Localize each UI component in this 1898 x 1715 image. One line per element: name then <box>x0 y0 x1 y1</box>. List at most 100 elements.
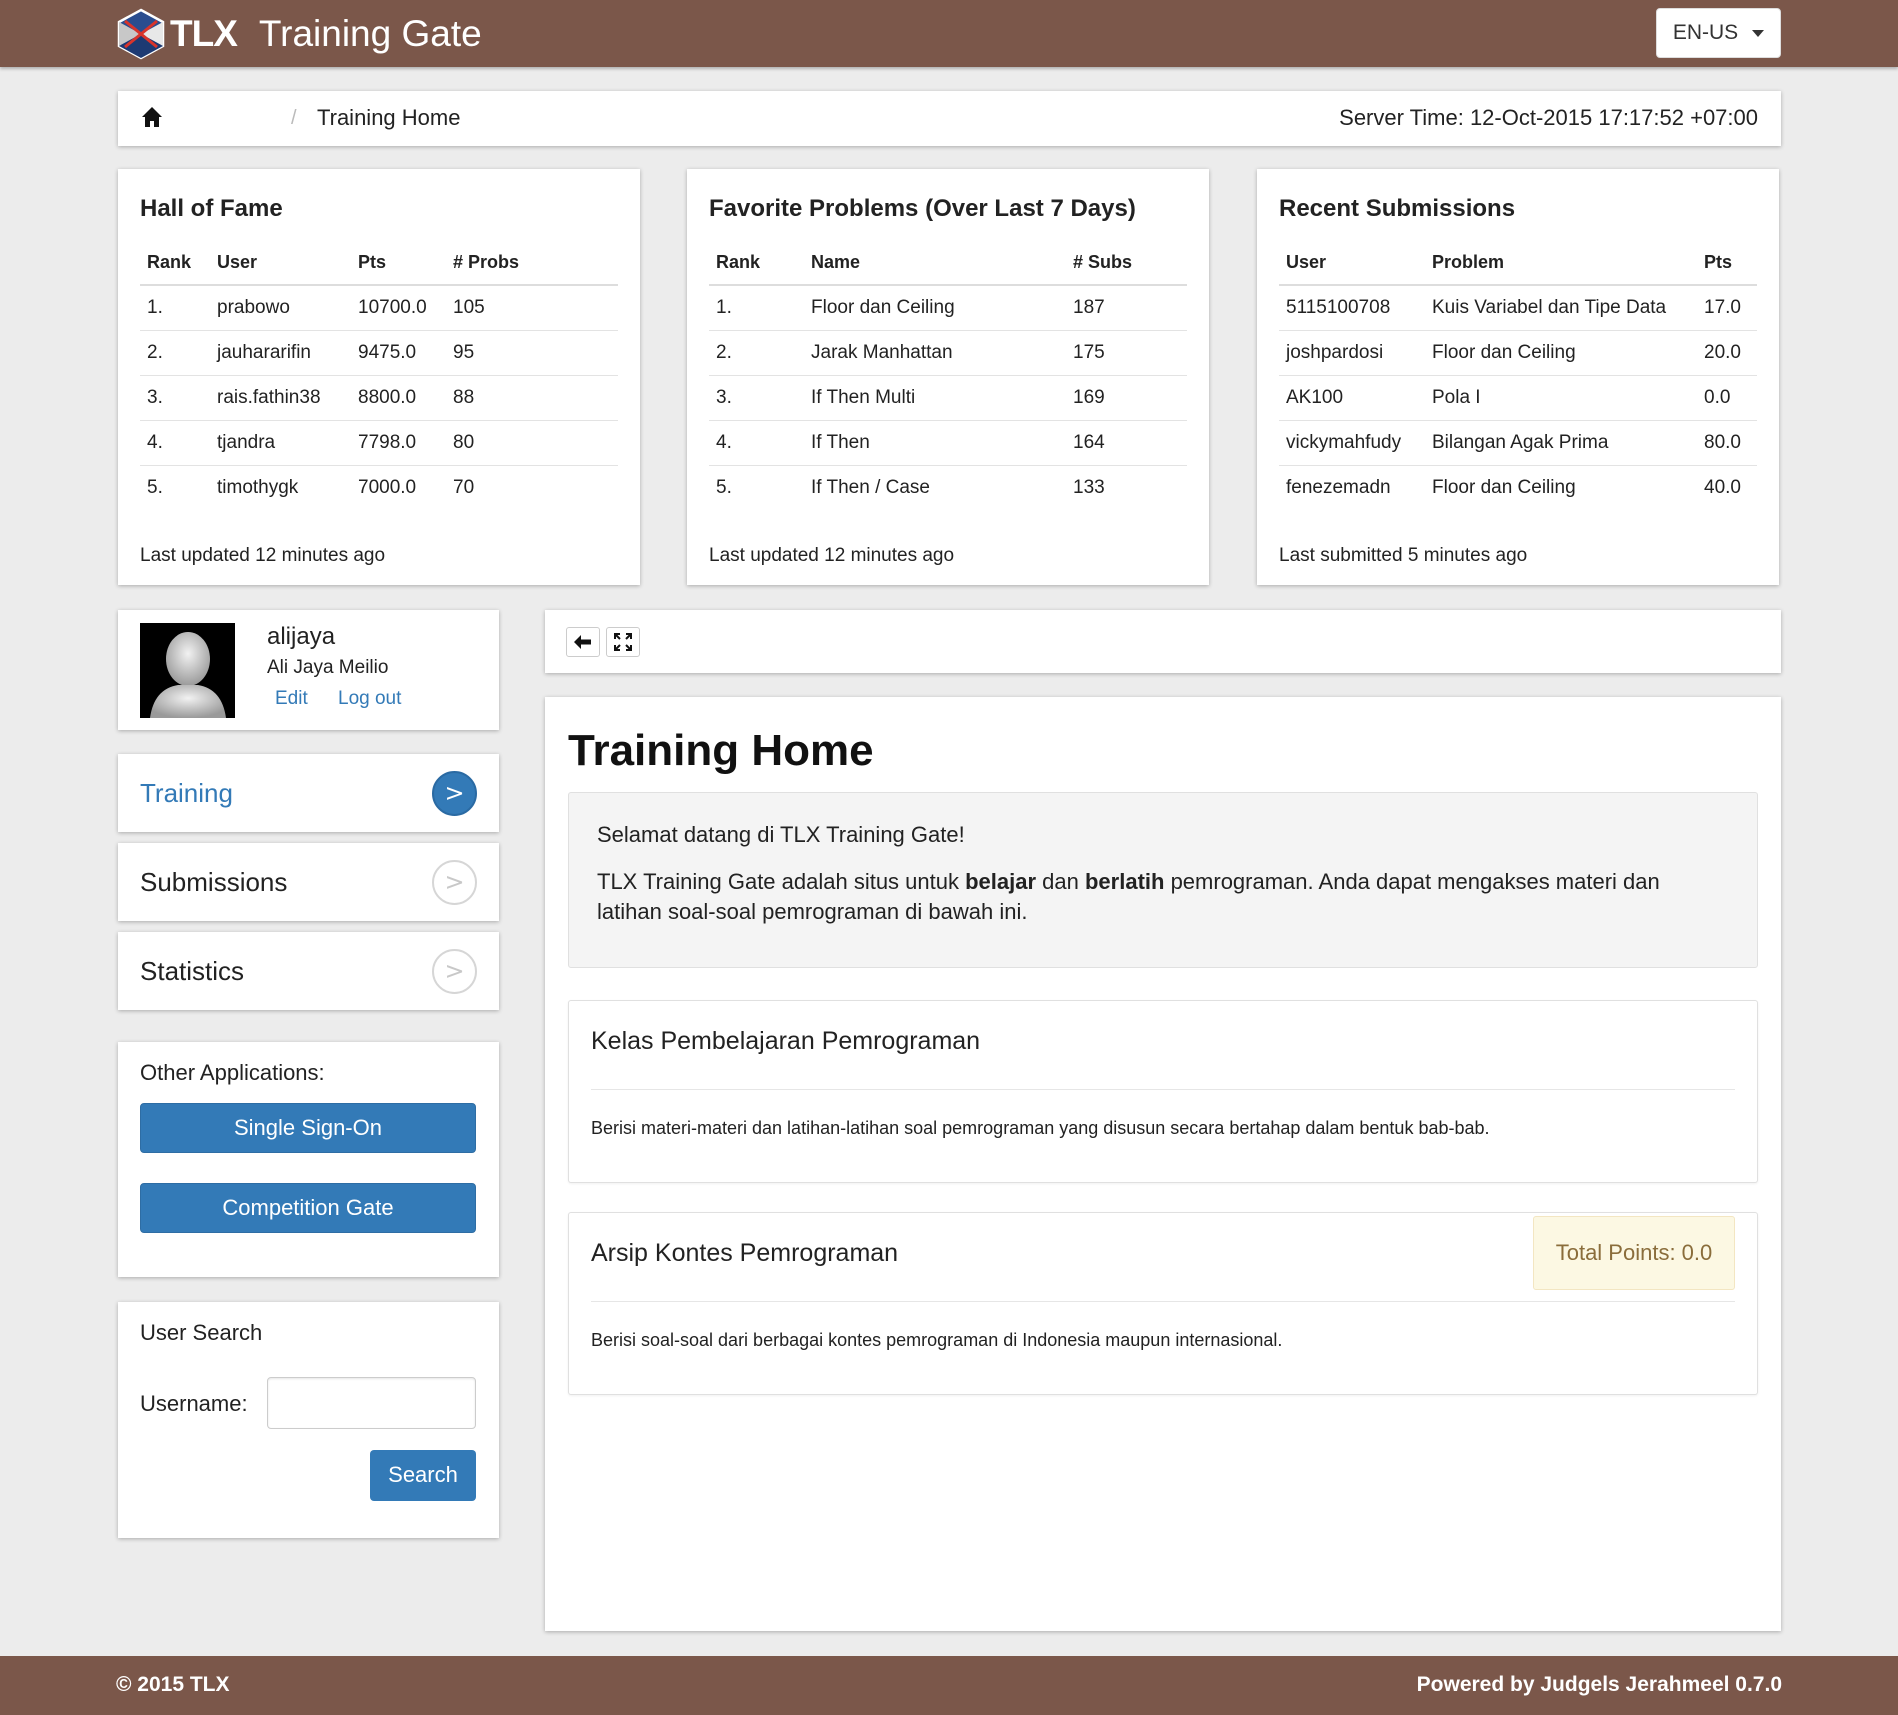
other-applications-panel: Other Applications: Single Sign-On Compe… <box>118 1042 499 1277</box>
points-cell: 80.0 <box>1697 420 1757 466</box>
rank-cell: 1. <box>140 285 210 331</box>
user-cell[interactable]: joshpardosi <box>1279 330 1425 376</box>
rank-cell: 3. <box>709 375 804 421</box>
language-dropdown[interactable]: EN-US <box>1656 8 1781 58</box>
intro-text-part: TLX Training Gate adalah situs untuk <box>597 869 966 894</box>
table-row: 2. Jarak Manhattan 175 <box>709 330 1187 376</box>
edit-profile-link[interactable]: Edit <box>275 688 308 710</box>
table-row: vickymahfudy Bilangan Agak Prima 80.0 <box>1279 420 1757 466</box>
welcome-box: Selamat datang di TLX Training Gate! TLX… <box>568 792 1758 968</box>
competition-gate-button[interactable]: Competition Gate <box>140 1183 476 1233</box>
points-cell: 40.0 <box>1704 476 1741 498</box>
subs-cell: 133 <box>1073 476 1105 498</box>
profile-full-name: Ali Jaya Meilio <box>267 657 389 678</box>
single-sign-on-button[interactable]: Single Sign-On <box>140 1103 476 1153</box>
sidebar-item-training[interactable]: Training > <box>118 754 499 832</box>
column-header: Rank <box>140 240 210 286</box>
user-cell[interactable]: prabowo <box>210 285 351 331</box>
table-row: 5115100708 Kuis Variabel dan Tipe Data 1… <box>1279 285 1757 331</box>
sidebar-item-label: Statistics <box>140 956 245 986</box>
problems-cell: 70 <box>453 476 475 498</box>
tlx-logo-icon <box>117 8 165 60</box>
user-search-title: User Search <box>140 1320 263 1345</box>
welcome-line: Selamat datang di TLX Training Gate! <box>597 822 965 847</box>
divider <box>591 1301 1735 1302</box>
server-time: Server Time: 12-Oct-2015 17:17:52 +07:00 <box>1339 105 1758 130</box>
recent-submissions-updated: Last submitted 5 minutes ago <box>1279 545 1528 566</box>
rank-cell: 5. <box>716 476 732 498</box>
hall-of-fame-panel: Hall of Fame Rank User Pts # Probs 1. pr… <box>118 169 640 585</box>
user-cell[interactable]: 5115100708 <box>1279 285 1425 331</box>
user-cell[interactable]: jauhararifin <box>210 330 351 376</box>
table-row: AK100 Pola I 0.0 <box>1279 375 1757 421</box>
points-cell: 10700.0 <box>351 285 446 331</box>
recent-submissions-table: User Problem Pts 5115100708 Kuis Variabe… <box>1279 240 1757 510</box>
subs-cell: 164 <box>1066 420 1187 466</box>
chevron-right-icon: > <box>432 771 477 816</box>
rank-cell: 4. <box>140 420 210 466</box>
problem-name-cell[interactable]: If Then <box>804 420 1066 466</box>
user-cell[interactable]: fenezemadn <box>1279 465 1425 510</box>
table-row: 1. prabowo 10700.0 105 <box>140 285 618 331</box>
intro-text: TLX Training Gate adalah situs untuk bel… <box>597 867 1707 927</box>
back-button[interactable] <box>566 627 600 657</box>
problem-cell[interactable]: Floor dan Ceiling <box>1425 465 1697 510</box>
column-header: User <box>1279 240 1425 286</box>
username-input[interactable] <box>267 1377 476 1429</box>
contest-archive-title[interactable]: Arsip Kontes Pemrograman <box>591 1239 898 1268</box>
powered-by: Powered by Judgels Jerahmeel 0.7.0 <box>1416 1673 1782 1696</box>
problem-name-cell[interactable]: If Then / Case <box>804 465 1066 510</box>
other-applications-label: Other Applications: <box>140 1060 325 1085</box>
problem-name-cell[interactable]: Floor dan Ceiling <box>804 285 1066 331</box>
subs-cell: 187 <box>1066 285 1187 331</box>
course-section-description: Berisi materi-materi dan latihan-latihan… <box>591 1118 1490 1138</box>
course-section-card[interactable]: Kelas Pembelajaran Pemrograman Berisi ma… <box>568 1000 1758 1183</box>
user-cell[interactable]: vickymahfudy <box>1279 420 1425 466</box>
subs-cell: 175 <box>1066 330 1187 376</box>
caret-down-icon <box>1752 29 1765 37</box>
user-cell[interactable]: rais.fathin38 <box>210 375 351 421</box>
problem-name-cell[interactable]: If Then Multi <box>804 375 1066 421</box>
divider <box>591 1089 1735 1090</box>
contest-archive-description: Berisi soal-soal dari berbagai kontes pe… <box>591 1330 1283 1350</box>
logout-link[interactable]: Log out <box>338 688 401 710</box>
sidebar-item-statistics[interactable]: Statistics > <box>118 932 499 1010</box>
intro-text-part: dan <box>1036 869 1085 894</box>
favorite-problems-updated: Last updated 12 minutes ago <box>709 545 955 566</box>
fullscreen-icon <box>614 633 632 651</box>
user-search-panel: User Search Username: Search <box>118 1302 499 1538</box>
contest-archive-card[interactable]: Arsip Kontes Pemrograman Total Points: 0… <box>568 1212 1758 1395</box>
home-icon[interactable] <box>141 106 163 128</box>
points-cell: 7798.0 <box>351 420 446 466</box>
column-header: Pts <box>1697 240 1757 286</box>
rank-cell: 4. <box>709 420 804 466</box>
problem-cell[interactable]: Kuis Variabel dan Tipe Data <box>1425 285 1697 331</box>
problem-cell[interactable]: Pola I <box>1425 375 1697 421</box>
sidebar-item-submissions[interactable]: Submissions > <box>118 843 499 921</box>
intro-bold-berlatih: berlatih <box>1084 869 1165 894</box>
favorite-problems-title: Favorite Problems (Over Last 7 Days) <box>709 195 1136 222</box>
brand[interactable]: TLX Training Gate <box>116 7 482 61</box>
fullscreen-button[interactable] <box>606 627 640 657</box>
copyright: © 2015 TLX <box>116 1673 230 1696</box>
problem-cell[interactable]: Bilangan Agak Prima <box>1425 420 1697 466</box>
username-label: Username: <box>140 1391 248 1416</box>
user-cell[interactable]: AK100 <box>1279 375 1425 421</box>
app-title: Training Gate <box>258 13 482 54</box>
user-profile-panel: alijaya Ali Jaya Meilio Edit Log out <box>118 610 499 730</box>
problems-cell: 88 <box>446 375 618 421</box>
course-section-title[interactable]: Kelas Pembelajaran Pemrograman <box>591 1027 980 1056</box>
user-cell[interactable]: tjandra <box>210 420 351 466</box>
problem-name-cell[interactable]: Jarak Manhattan <box>804 330 1066 376</box>
user-cell[interactable]: timothygk <box>210 465 351 510</box>
intro-bold-belajar: belajar <box>965 869 1037 894</box>
footer: © 2015 TLX Powered by Judgels Jerahmeel … <box>0 1656 1898 1715</box>
table-row: 5. timothygk 7000.0 70 <box>140 465 618 510</box>
points-cell: 8800.0 <box>351 375 446 421</box>
breadcrumb-current-page: Training Home <box>317 105 461 130</box>
points-cell: 9475.0 <box>351 330 446 376</box>
search-button[interactable]: Search <box>370 1450 476 1501</box>
problem-cell[interactable]: Floor dan Ceiling <box>1425 330 1697 376</box>
rank-cell: 2. <box>709 330 804 376</box>
recent-submissions-panel: Recent Submissions User Problem Pts 5115… <box>1257 169 1779 585</box>
